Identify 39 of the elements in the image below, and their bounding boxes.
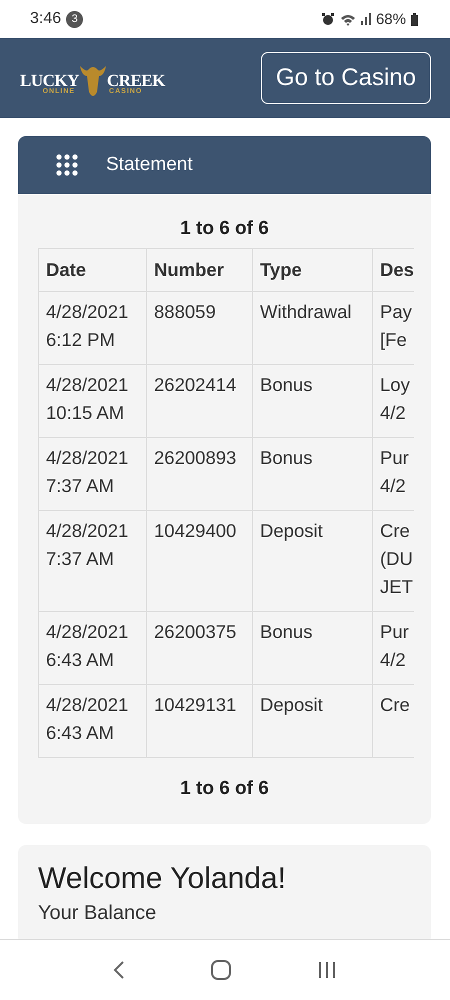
battery-level: 68% (376, 10, 406, 28)
column-header: Des (372, 248, 414, 292)
battery-icon (411, 12, 418, 26)
table-cell: 4/28/2021 7:37 AM (38, 438, 146, 510)
pager-label: 1 to 6 of 6 (179, 218, 270, 240)
table-cell: 4/28/2021 7:37 AM (38, 510, 146, 612)
clock-time: 3:46 (30, 10, 62, 28)
table-cell: 4/28/2021 6:12 PM (38, 292, 146, 364)
go-to-casino-button[interactable]: Go to Casino (260, 52, 431, 104)
alarm-icon (320, 12, 335, 26)
table-cell: 10429400 (146, 510, 252, 612)
table-cell: 10429131 (146, 684, 252, 758)
table-cell: 4/28/2021 6:43 AM (38, 684, 146, 758)
table-cell: 4/28/2021 10:15 AM (38, 364, 146, 438)
table-cell: Bonus (252, 612, 372, 684)
column-header: Type (252, 248, 372, 292)
table-cell: Bonus (252, 364, 372, 438)
pager-label: 1 to 6 of 6 (179, 778, 270, 800)
column-header: Date (38, 248, 146, 292)
recent-apps-icon[interactable] (317, 960, 338, 980)
table-cell: Bonus (252, 438, 372, 510)
grid-icon[interactable] (56, 154, 78, 176)
balance-label: Your Balance (38, 901, 158, 925)
table-cell: 26200375 (146, 612, 252, 684)
table-cell: 888059 (146, 292, 252, 364)
welcome-heading: Welcome Yolanda! (38, 861, 287, 897)
signal-icon (360, 13, 371, 25)
table-cell: Withdrawal (252, 292, 372, 364)
wifi-icon (340, 12, 356, 26)
table-cell: 26200893 (146, 438, 252, 510)
table-cell: 26202414 (146, 364, 252, 438)
column-header: Number (146, 248, 252, 292)
table-cell: Deposit (252, 510, 372, 612)
table-cell: Deposit (252, 684, 372, 758)
table-cell: 4/28/2021 6:43 AM (38, 612, 146, 684)
back-icon[interactable] (112, 960, 125, 980)
home-icon[interactable] (210, 959, 232, 981)
notification-badge: 3 (66, 10, 84, 28)
card-title: Statement (106, 154, 193, 176)
